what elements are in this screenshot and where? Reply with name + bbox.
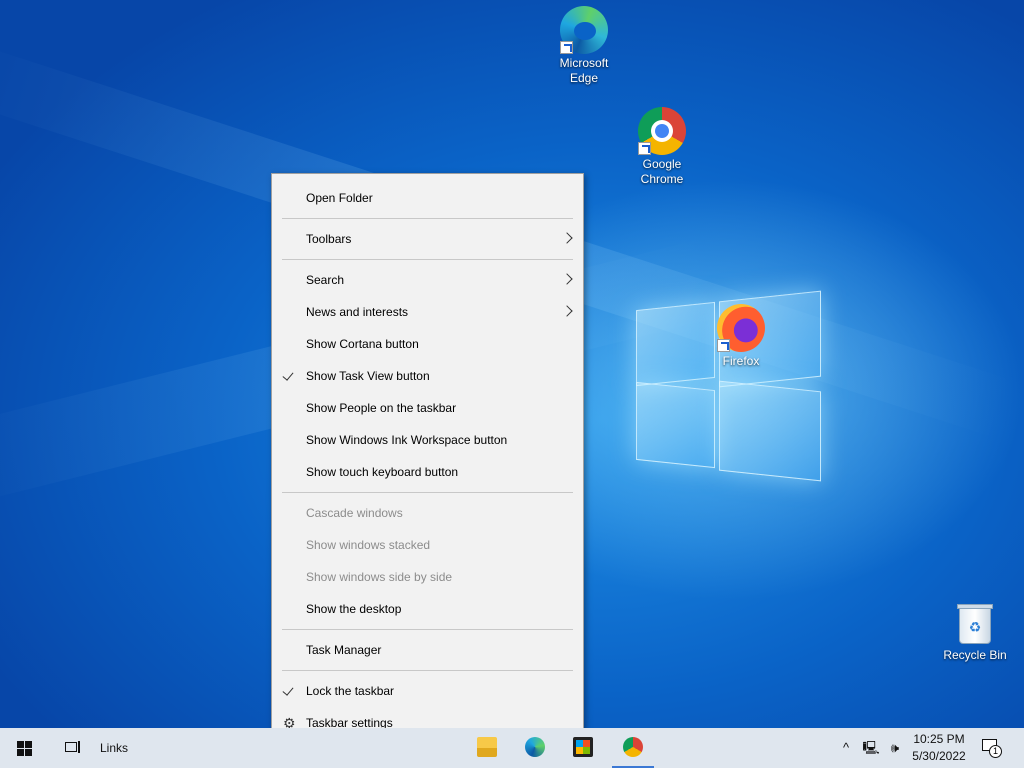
- desktop-icon-label: Microsoft Edge: [559, 56, 609, 85]
- desktop-icon-label: Google Chrome: [640, 157, 684, 186]
- windows-icon: [17, 741, 24, 748]
- menu-item-show-desktop[interactable]: Show the desktop: [272, 593, 583, 625]
- desktop-icon-chrome[interactable]: Google Chrome: [624, 107, 700, 187]
- taskbar-app-edge[interactable]: [512, 728, 558, 768]
- clock[interactable]: 10:25 PM 5/30/2022: [906, 731, 972, 765]
- shortcut-arrow-icon: [717, 339, 730, 352]
- menu-item-open-folder[interactable]: Open Folder: [272, 182, 583, 214]
- menu-item-lock-taskbar[interactable]: Lock the taskbar: [272, 675, 583, 707]
- taskbar-app-chrome[interactable]: [610, 728, 656, 768]
- taskbar-app-store[interactable]: [560, 728, 606, 768]
- volume-icon[interactable]: 🕪: [884, 728, 906, 768]
- menu-item-cascade-windows: Cascade windows: [306, 506, 403, 520]
- checkmark-icon: [282, 369, 294, 381]
- file-explorer-icon: [477, 737, 497, 757]
- checkmark-icon: [282, 684, 294, 696]
- menu-item-show-task-view[interactable]: Show Task View button: [272, 360, 583, 392]
- desktop-icon-firefox[interactable]: Firefox: [703, 304, 779, 369]
- menu-item-news-and-interests[interactable]: News and interests: [272, 296, 583, 328]
- network-icon[interactable]: 🖳: [860, 728, 882, 768]
- edge-icon: [560, 6, 608, 54]
- desktop-icon-label: Firefox: [722, 354, 760, 368]
- chrome-icon: [623, 737, 643, 757]
- chevron-right-icon: [561, 232, 573, 244]
- menu-item-toolbars[interactable]: Toolbars: [272, 223, 583, 255]
- taskbar-app-file-explorer[interactable]: [464, 728, 510, 768]
- chevron-right-icon: [561, 273, 573, 285]
- links-toolbar[interactable]: Links: [100, 728, 128, 768]
- recycle-bin-icon: ♻: [957, 602, 993, 646]
- menu-item-search[interactable]: Search: [272, 264, 583, 296]
- task-view-icon: [65, 742, 77, 752]
- store-icon: [573, 737, 593, 757]
- taskbar-context-menu: Open Folder Toolbars Search News and int…: [271, 173, 584, 747]
- menu-item-show-windows-side-by-side: Show windows side by side: [306, 570, 453, 584]
- menu-separator: [282, 629, 573, 630]
- menu-separator: [282, 492, 573, 493]
- firefox-icon: [717, 304, 765, 352]
- shortcut-arrow-icon: [638, 142, 651, 155]
- menu-item-show-windows-stacked: Show windows stacked: [306, 538, 431, 552]
- chevron-right-icon: [561, 305, 573, 317]
- taskbar: Links ^ 🖳 🕪 10:25 PM 5/30/2022 1: [0, 728, 1024, 768]
- notification-count: 1: [989, 745, 1002, 758]
- menu-item-show-people[interactable]: Show People on the taskbar: [272, 392, 583, 424]
- notification-button[interactable]: 1: [980, 737, 1002, 758]
- chrome-icon: [638, 107, 686, 155]
- menu-separator: [282, 670, 573, 671]
- clock-date: 5/30/2022: [912, 749, 966, 763]
- desktop-icon-label: Recycle Bin: [943, 648, 1007, 662]
- desktop-icon-recycle-bin[interactable]: ♻ Recycle Bin: [937, 602, 1013, 663]
- task-view-button[interactable]: [48, 728, 96, 768]
- start-button[interactable]: [0, 728, 48, 768]
- clock-time: 10:25 PM: [913, 732, 965, 746]
- menu-item-show-cortana[interactable]: Show Cortana button: [272, 328, 583, 360]
- chevron-up-icon[interactable]: ^: [836, 728, 856, 768]
- menu-item-show-windows-ink[interactable]: Show Windows Ink Workspace button: [272, 424, 583, 456]
- menu-item-show-touch-keyboard[interactable]: Show touch keyboard button: [272, 456, 583, 488]
- menu-item-task-manager[interactable]: Task Manager: [272, 634, 583, 666]
- shortcut-arrow-icon: [560, 41, 573, 54]
- menu-separator: [282, 259, 573, 260]
- menu-separator: [282, 218, 573, 219]
- edge-icon: [525, 737, 545, 757]
- desktop-icon-edge[interactable]: Microsoft Edge: [546, 6, 622, 86]
